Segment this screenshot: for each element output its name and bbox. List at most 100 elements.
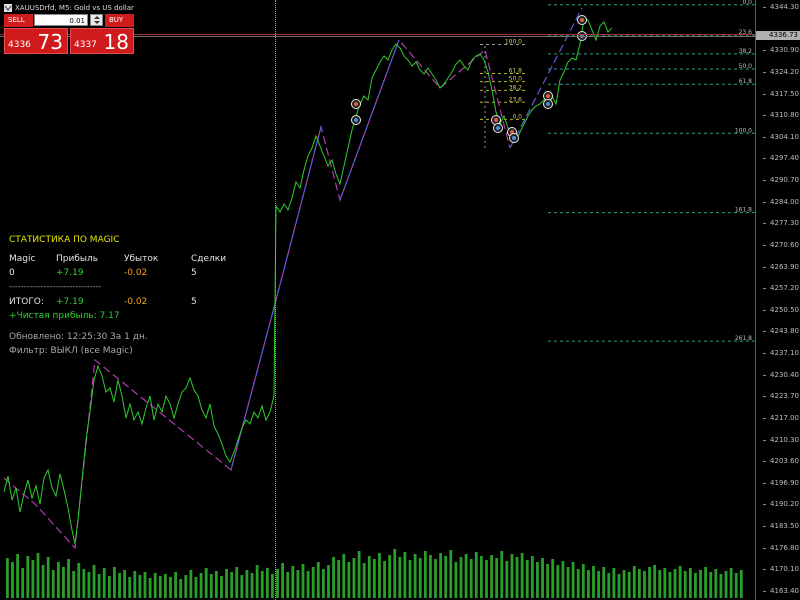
volume-bar: [663, 568, 667, 598]
volume-bar: [602, 567, 606, 598]
volume-bar: [311, 567, 315, 598]
header-magic: Magic: [9, 254, 36, 264]
price-axis[interactable]: 4344.30 4330.90 4324.20 4317.50 4310.80 4304.…: [755, 0, 800, 600]
volume-bar: [612, 568, 616, 598]
volume-bar: [459, 557, 463, 598]
volume-bar: [113, 567, 116, 598]
fib-level-label: 261.8: [735, 335, 752, 342]
volume-bar: [734, 573, 738, 598]
volume-bar: [92, 565, 96, 598]
volume-bar: [637, 569, 641, 598]
sell-price-button[interactable]: 4336 73: [4, 28, 68, 54]
fib-level-label: 0.0: [512, 113, 522, 120]
volume-bar: [485, 560, 488, 598]
total-profit: +7.19: [56, 297, 84, 307]
volume-bar: [265, 568, 269, 598]
volume-bar: [525, 560, 529, 598]
volume-bar: [668, 572, 672, 598]
row-loss: -0.02: [124, 268, 148, 278]
trade-marker-dot: [496, 126, 500, 130]
trade-marker-dot: [580, 18, 584, 22]
volume-bar: [82, 569, 86, 598]
volume-bar: [179, 579, 183, 598]
volume-bar: [245, 570, 249, 598]
price-tick-label: 4304.10: [763, 132, 799, 141]
volume-bar: [204, 568, 208, 598]
volume-bar: [189, 570, 193, 598]
volume-bar: [367, 556, 371, 598]
volume-bar: [362, 563, 366, 598]
lot-size-input[interactable]: 0.01: [34, 14, 88, 26]
volume-bar: [51, 570, 55, 598]
volume-bar: [11, 562, 14, 598]
volume-bar: [454, 562, 458, 598]
volume-bar: [464, 554, 468, 598]
volume-bar: [617, 574, 621, 598]
volume-bar: [500, 551, 504, 598]
volume-bar: [490, 555, 493, 598]
current-price-label: 4336.73: [756, 31, 800, 40]
volume-bar: [327, 565, 330, 598]
fib-level-label: 100.0: [505, 38, 522, 45]
row-magic: 0: [9, 268, 15, 278]
volume-bar: [495, 558, 499, 598]
volume-bar: [209, 574, 213, 598]
header-deals: Сделки: [191, 254, 227, 264]
volume-bar: [515, 557, 519, 598]
volume-bar: [658, 570, 662, 598]
price-tick-label: 4223.70: [763, 392, 799, 401]
volume-bar: [709, 572, 713, 598]
volume-bar: [255, 565, 259, 598]
volume-bar: [271, 574, 274, 598]
price-tick-label: 4237.10: [763, 349, 799, 358]
fib-level-label: 38.2: [739, 48, 753, 55]
fib-level-label: 61.8: [739, 78, 753, 85]
trend-line: [339, 39, 400, 201]
price-tick-label: 4210.30: [763, 435, 799, 444]
volume-bar: [474, 552, 478, 598]
volume-bar: [67, 559, 70, 598]
volume-bar: [561, 561, 565, 598]
volume-bar: [372, 559, 376, 598]
price-chart[interactable]: 0.023.638.250.061.8100.0161.8261.8100.06…: [0, 0, 800, 600]
volume-bar: [541, 558, 544, 598]
price-tick-label: 4243.80: [763, 327, 799, 336]
volume-bar: [107, 576, 111, 598]
volume-bar: [444, 556, 448, 598]
price-tick-label: 4163.40: [763, 587, 799, 595]
volume-bar: [77, 563, 81, 598]
buy-price-small: 4337: [74, 40, 97, 50]
volume-bar: [123, 570, 127, 598]
price-tick-label: 4203.60: [763, 457, 799, 466]
increase-arrow-icon[interactable]: [94, 16, 100, 19]
decrease-arrow-icon[interactable]: [94, 21, 100, 24]
price-tick-label: 4270.60: [763, 240, 799, 249]
trade-marker-dot: [354, 118, 358, 122]
volume-bar: [276, 569, 279, 598]
price-tick-label: 4257.20: [763, 284, 799, 293]
sell-price-big: 73: [37, 30, 63, 54]
header-loss: Убыток: [124, 254, 159, 264]
volume-bar: [699, 570, 702, 598]
volume-bar: [607, 573, 611, 598]
buy-price-button[interactable]: 4337 18: [70, 28, 134, 54]
volume-bar: [296, 570, 300, 598]
fib-level-label: 23.6: [509, 96, 523, 103]
volume-bar: [479, 556, 483, 598]
fib-level-label: 50.0: [739, 63, 753, 70]
volume-bar: [398, 557, 402, 598]
price-tick-label: 4250.50: [763, 305, 799, 314]
volume-bar: [581, 564, 585, 598]
lot-size-stepper[interactable]: [90, 14, 103, 26]
volume-bar: [230, 572, 234, 598]
volume-bar: [724, 571, 728, 598]
volume-bar: [673, 569, 677, 598]
sell-button[interactable]: SELL: [4, 14, 33, 27]
net-profit: +Чистая прибыль: 7.17: [9, 311, 120, 321]
buy-button[interactable]: BUY: [105, 14, 134, 27]
price-tick-label: 4330.90: [763, 46, 799, 55]
volume-bar: [694, 573, 697, 598]
volume-bar: [199, 573, 203, 598]
volume-bar: [332, 557, 335, 598]
volume-bar: [520, 553, 524, 598]
